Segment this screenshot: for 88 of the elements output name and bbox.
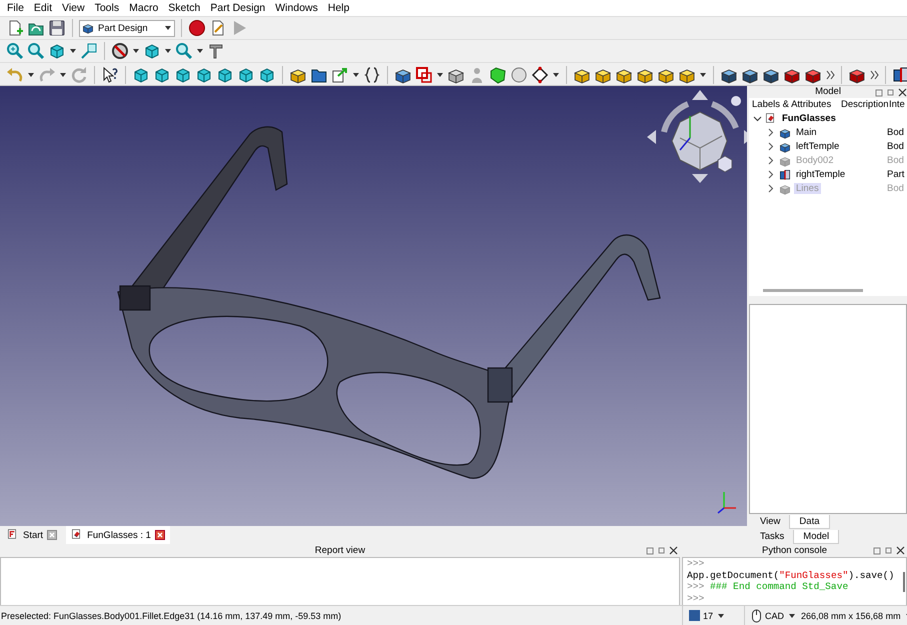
cube-icon[interactable] [237,66,255,84]
panel-title: Model [815,86,841,98]
eyeglasses-drawing[interactable] [117,126,661,479]
column-header[interactable]: Inte [889,99,907,110]
part-icon[interactable] [779,168,791,181]
column-header[interactable]: Labels & Attributes [752,99,840,110]
cube-icon[interactable] [258,66,276,84]
part-icon[interactable] [892,66,907,84]
square-icon [689,610,700,621]
panel-tab[interactable]: Tasks [751,530,794,544]
magnifier-icon[interactable] [27,42,45,60]
console-line: App.getDocument("FunGlasses").save() [687,570,894,581]
console-output[interactable]: >>> App.getDocument("FunGlasses").save() >>> ### End command Std_Save >>> [682,557,907,605]
cube-icon[interactable] [174,66,192,84]
vertical-scrollbar[interactable] [903,572,905,592]
braces-icon[interactable] [363,66,381,84]
menu-item[interactable]: File [2,2,29,14]
chevron-icon[interactable] [767,184,776,194]
panel-buttons-icon[interactable] [646,545,678,556]
tree-cell-text: Bod [886,155,905,166]
document-icon[interactable] [765,112,777,125]
body-icon[interactable] [779,140,791,153]
panel-tab[interactable]: Model [793,530,840,544]
panel-title: Python console [762,545,827,556]
magnifier-icon[interactable] [6,42,24,60]
status-message: Preselected: FunGlasses.Body001.Fillet.Edge31 (14.16 mm, 137.49 mm, -59.53 mm) [0,610,342,620]
panel-buttons-icon[interactable] [875,87,907,98]
diamond-icon[interactable] [531,66,549,84]
chevron-icon[interactable] [767,142,776,152]
units-dropdown[interactable]: 17 [703,606,726,624]
menu-item[interactable]: Windows [270,2,323,14]
save-icon[interactable] [48,19,66,37]
chevron-icon[interactable] [753,114,762,124]
menu-item[interactable]: Sketch [163,2,206,14]
cube-icon[interactable] [216,66,234,84]
cube-icon[interactable] [143,42,161,60]
start-icon[interactable] [7,529,19,541]
dimensions-dropdown[interactable]: 266,08 mm x 156,68 mm [801,606,907,624]
record-icon[interactable] [188,19,206,37]
body-icon[interactable] [779,126,791,139]
chevron-icon[interactable] [767,156,776,166]
panel-tab[interactable]: View [751,515,790,530]
navigation-style-dropdown[interactable]: CAD [765,606,796,624]
document-tab[interactable]: FunGlasses : 1 [66,526,170,544]
axis-icon [718,492,736,514]
navigation-cube-drawing[interactable] [647,90,747,183]
tree-cell-text: Bod [886,183,905,194]
cube-icon[interactable] [195,66,213,84]
document-tab[interactable]: Start [2,526,62,544]
tree-item[interactable]: leftTemple [794,141,842,152]
chevron-icon[interactable] [767,170,776,180]
close-icon[interactable] [154,530,165,540]
panel-buttons-icon[interactable] [873,545,905,556]
cube-icon[interactable] [153,66,171,84]
console-line: >>> [687,592,704,604]
cube-icon[interactable] [48,42,66,60]
tree-item[interactable]: rightTemple [794,169,848,180]
cube-icon[interactable] [132,66,150,84]
tree-cell-text: Bod [886,141,905,152]
menu-item[interactable]: Help [322,2,354,14]
close-icon[interactable] [47,530,58,540]
body-icon[interactable] [82,22,94,34]
console-line: >>> ### End command Std_Save [687,581,848,592]
sketch-icon[interactable] [415,66,433,84]
console-line: >>> [687,558,704,570]
mouse-icon [751,608,762,622]
no-entry-icon[interactable] [111,42,129,60]
magnifier-icon[interactable] [175,42,193,60]
panel-tab[interactable]: Data [789,515,830,530]
square-arrow-icon[interactable] [80,42,98,60]
workbench-dropdown[interactable]: Part Design [79,20,175,36]
panel-title: Report view [314,545,366,556]
chevron-icon[interactable] [767,128,776,138]
caliper-icon[interactable] [207,42,225,60]
tree-cell-text: Part [886,169,906,180]
menu-item[interactable]: View [57,2,90,14]
menu-item[interactable]: Edit [28,2,58,14]
tree-item[interactable]: Main [794,127,819,138]
menu-item[interactable]: Part Design [205,2,270,14]
export-icon[interactable] [331,66,349,84]
menu-item[interactable]: Tools [90,2,124,14]
tree-item[interactable]: FunGlasses [780,113,838,124]
sphere-icon[interactable] [510,66,528,84]
menu-item[interactable]: Macro [124,2,164,14]
tree-cell-text: Bod [886,127,905,138]
column-header[interactable]: Description [841,99,888,110]
pointer-question-icon[interactable] [101,66,119,84]
shape-icon[interactable] [489,66,507,84]
